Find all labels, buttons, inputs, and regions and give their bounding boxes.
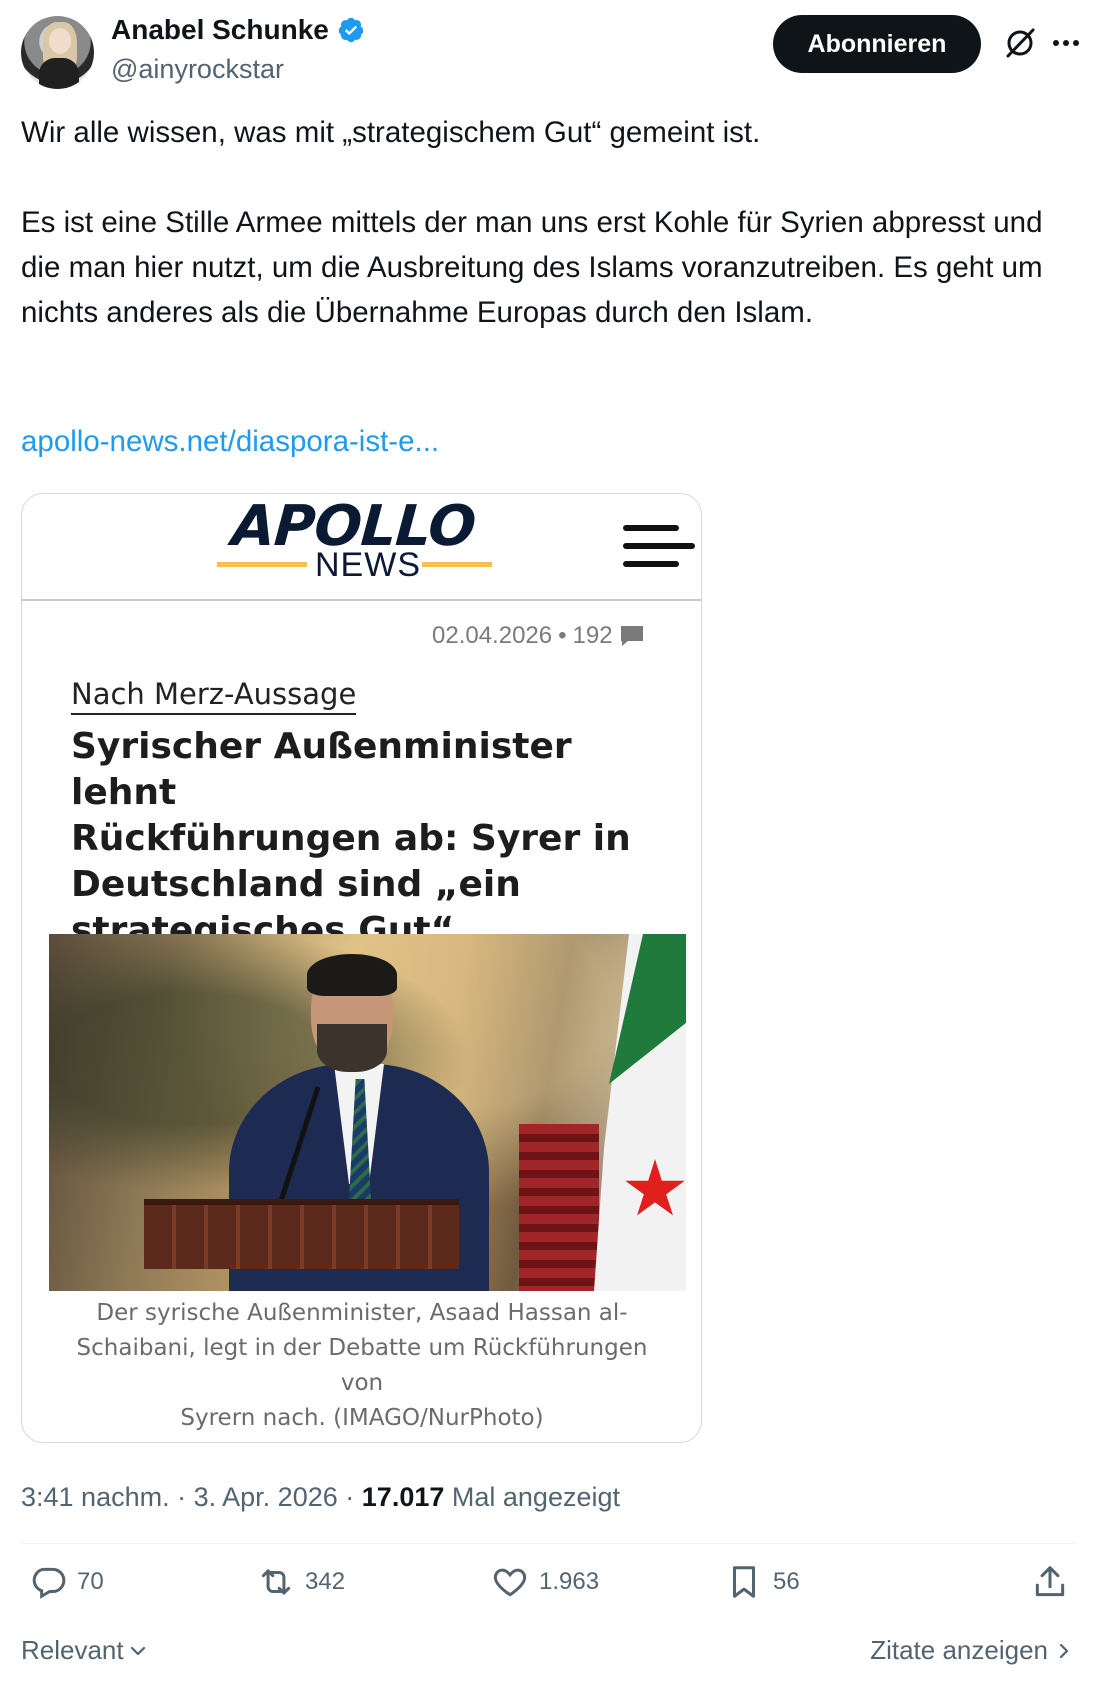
heart-icon — [493, 1568, 527, 1597]
comment-bubble-icon — [620, 626, 643, 646]
user-name-row: Anabel Schunke — [111, 14, 365, 46]
repost-button[interactable]: 342 — [257, 1563, 345, 1601]
bookmark-button[interactable]: 56 — [725, 1563, 800, 1601]
sort-replies-dropdown[interactable]: Relevant — [21, 1635, 148, 1666]
article-card[interactable]: APOLLO NEWS 02.04.2026 • 192 Nach Merz-A… — [21, 493, 702, 1443]
meta-separator: • — [558, 622, 567, 649]
comment-count: 192 — [572, 622, 613, 649]
meta-dot: · — [345, 1482, 355, 1512]
tweet-header: Anabel Schunke @ainyrockstar Abonnieren — [21, 14, 1079, 90]
reply-button[interactable]: 70 — [29, 1563, 104, 1601]
bookmark-icon — [732, 1566, 756, 1598]
user-name[interactable]: Anabel Schunke — [111, 14, 329, 46]
news-logo-text: NEWS — [315, 546, 421, 584]
avatar[interactable] — [21, 16, 94, 89]
sort-label: Relevant — [21, 1635, 124, 1665]
reply-count: 70 — [77, 1568, 104, 1595]
photo-caption: Der syrische Außenminister, Asaad Hassan… — [76, 1300, 648, 1431]
tweet-date[interactable]: 3. Apr. 2026 — [194, 1482, 338, 1512]
chevron-down-icon — [130, 1646, 145, 1655]
reply-icon — [32, 1567, 66, 1599]
share-icon — [1035, 1566, 1065, 1597]
like-count: 1.963 — [539, 1568, 600, 1595]
article-kicker: Nach Merz-Aussage — [71, 677, 357, 715]
share-button[interactable] — [1031, 1563, 1069, 1601]
logo-line-right — [422, 562, 492, 567]
grok-slash-icon[interactable] — [1003, 26, 1037, 60]
hamburger-menu-icon — [623, 525, 695, 567]
repost-count: 342 — [305, 1568, 346, 1595]
view-quotes-link[interactable]: Zitate anzeigen — [870, 1635, 1074, 1666]
tweet-text: Wir alle wissen, was mit „strategischem … — [21, 116, 1043, 329]
view-label: Mal angezeigt — [451, 1482, 620, 1512]
view-count: 17.017 — [361, 1482, 445, 1512]
verified-badge-icon — [338, 17, 364, 43]
tweet-timestamp-row: 3:41 nachm. · 3. Apr. 2026 · 17.017 Mal … — [21, 1482, 620, 1513]
article-date: 02.04.2026 — [432, 622, 553, 649]
user-handle[interactable]: @ainyrockstar — [111, 54, 284, 85]
logo-line-left — [217, 562, 307, 567]
chevron-right-icon — [1059, 1643, 1069, 1658]
quotes-label: Zitate anzeigen — [870, 1635, 1048, 1665]
like-button[interactable]: 1.963 — [491, 1563, 599, 1601]
article-photo — [49, 934, 686, 1291]
subscribe-button[interactable]: Abonnieren — [773, 15, 981, 73]
meta-dot: · — [177, 1482, 187, 1512]
tweet-actions: 70 342 1.963 56 — [21, 1563, 1075, 1623]
article-meta: 02.04.2026 • 192 — [432, 622, 645, 650]
tweet-link[interactable]: apollo-news.net/diaspora-ist-e... — [21, 425, 439, 459]
divider — [21, 1543, 1075, 1544]
article-headline: Syrischer Außenminister lehnt Rückführun… — [71, 726, 631, 951]
repost-icon — [261, 1569, 291, 1595]
more-horizontal-icon[interactable] — [1051, 30, 1081, 56]
card-site-header: APOLLO NEWS — [22, 494, 701, 601]
bookmark-count: 56 — [773, 1568, 800, 1595]
tweet-time[interactable]: 3:41 nachm. — [21, 1482, 170, 1512]
